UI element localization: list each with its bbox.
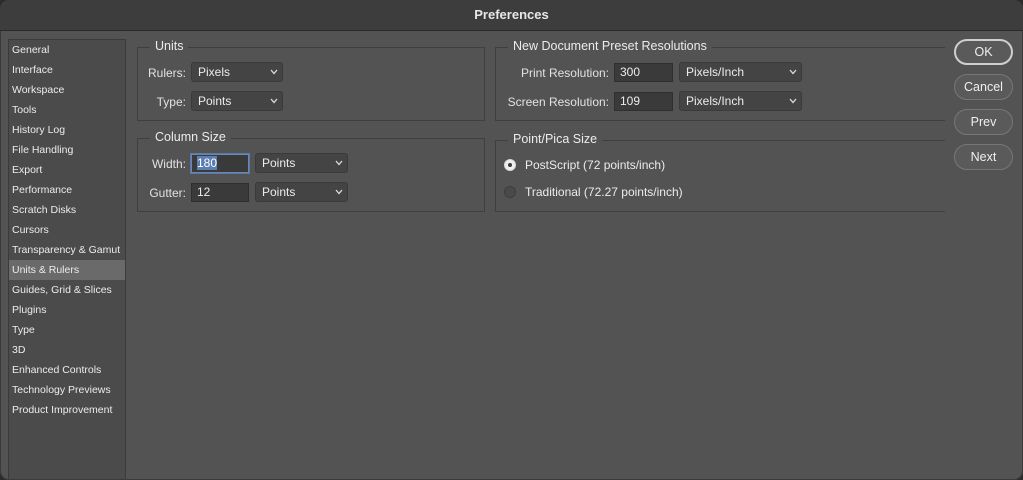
- sidebar-item-guides-grid-slices[interactable]: Guides, Grid & Slices: [9, 280, 125, 300]
- point-pica-group-title: Point/Pica Size: [508, 132, 603, 146]
- sidebar-item-3d[interactable]: 3D: [9, 340, 125, 360]
- window-title: Preferences: [0, 0, 1023, 31]
- rulers-label: Rulers:: [147, 66, 186, 80]
- rulers-select-value: Pixels: [198, 65, 231, 79]
- sidebar-item-tools[interactable]: Tools: [9, 100, 125, 120]
- print-resolution-unit-select[interactable]: Pixels/Inch: [679, 62, 802, 82]
- gutter-unit-select[interactable]: Points: [255, 182, 348, 202]
- postscript-radio[interactable]: [504, 159, 516, 171]
- print-resolution-value: 300: [620, 65, 641, 79]
- sidebar-item-workspace[interactable]: Workspace: [9, 80, 125, 100]
- rulers-select[interactable]: Pixels: [191, 62, 283, 82]
- chevron-down-icon: [270, 98, 278, 104]
- units-group-title: Units: [150, 39, 189, 53]
- sidebar-item-performance[interactable]: Performance: [9, 180, 125, 200]
- sidebar-item-transparency-gamut[interactable]: Transparency & Gamut: [9, 240, 125, 260]
- resolutions-group-title: New Document Preset Resolutions: [508, 39, 712, 53]
- sidebar-nav: General Interface Workspace Tools Histor…: [8, 39, 126, 480]
- screen-resolution-label: Screen Resolution:: [507, 95, 609, 109]
- chevron-down-icon: [335, 160, 343, 166]
- column-size-group-title: Column Size: [150, 130, 231, 144]
- ok-button[interactable]: OK: [954, 39, 1013, 65]
- units-group: Units: [137, 39, 485, 121]
- gutter-input[interactable]: 12: [191, 183, 249, 202]
- sidebar-item-interface[interactable]: Interface: [9, 60, 125, 80]
- sidebar-item-file-handling[interactable]: File Handling: [9, 140, 125, 160]
- sidebar-item-scratch-disks[interactable]: Scratch Disks: [9, 200, 125, 220]
- sidebar-item-product-improvement[interactable]: Product Improvement: [9, 400, 125, 420]
- chevron-down-icon: [789, 98, 797, 104]
- type-select-value: Points: [198, 94, 232, 108]
- print-resolution-unit-value: Pixels/Inch: [686, 65, 745, 79]
- screen-resolution-input[interactable]: 109: [614, 92, 673, 111]
- sidebar-item-enhanced-controls[interactable]: Enhanced Controls: [9, 360, 125, 380]
- screen-resolution-unit-select[interactable]: Pixels/Inch: [679, 91, 802, 111]
- print-resolution-label: Print Resolution:: [520, 66, 609, 80]
- screen-resolution-value: 109: [620, 94, 641, 108]
- gutter-unit-value: Points: [262, 185, 296, 199]
- sidebar-item-history-log[interactable]: History Log: [9, 120, 125, 140]
- sidebar-item-type[interactable]: Type: [9, 320, 125, 340]
- sidebar-item-cursors[interactable]: Cursors: [9, 220, 125, 240]
- sidebar-item-export[interactable]: Export: [9, 160, 125, 180]
- screen-resolution-unit-value: Pixels/Inch: [686, 94, 745, 108]
- type-select[interactable]: Points: [191, 91, 283, 111]
- prev-button[interactable]: Prev: [954, 109, 1013, 135]
- sidebar-item-general[interactable]: General: [9, 40, 125, 60]
- chevron-down-icon: [270, 69, 278, 75]
- gutter-input-value: 12: [197, 185, 211, 199]
- width-input-value: 180: [197, 156, 218, 170]
- cancel-button[interactable]: Cancel: [954, 74, 1013, 100]
- next-button[interactable]: Next: [954, 144, 1013, 170]
- traditional-radio-label[interactable]: Traditional (72.27 points/inch): [525, 185, 683, 199]
- point-pica-group: Point/Pica Size: [495, 132, 945, 212]
- type-label: Type:: [156, 95, 186, 109]
- width-unit-select[interactable]: Points: [255, 153, 348, 173]
- chevron-down-icon: [789, 69, 797, 75]
- chevron-down-icon: [335, 189, 343, 195]
- sidebar-item-technology-previews[interactable]: Technology Previews: [9, 380, 125, 400]
- traditional-radio[interactable]: [504, 186, 516, 198]
- postscript-radio-label[interactable]: PostScript (72 points/inch): [525, 158, 665, 172]
- width-label: Width:: [151, 157, 186, 171]
- gutter-label: Gutter:: [149, 186, 186, 200]
- sidebar-item-units-rulers[interactable]: Units & Rulers: [9, 260, 125, 280]
- width-unit-value: Points: [262, 156, 296, 170]
- preferences-dialog: Preferences General Interface Workspace …: [0, 0, 1023, 480]
- print-resolution-input[interactable]: 300: [614, 63, 673, 82]
- sidebar-item-plugins[interactable]: Plugins: [9, 300, 125, 320]
- width-input[interactable]: 180: [191, 154, 249, 173]
